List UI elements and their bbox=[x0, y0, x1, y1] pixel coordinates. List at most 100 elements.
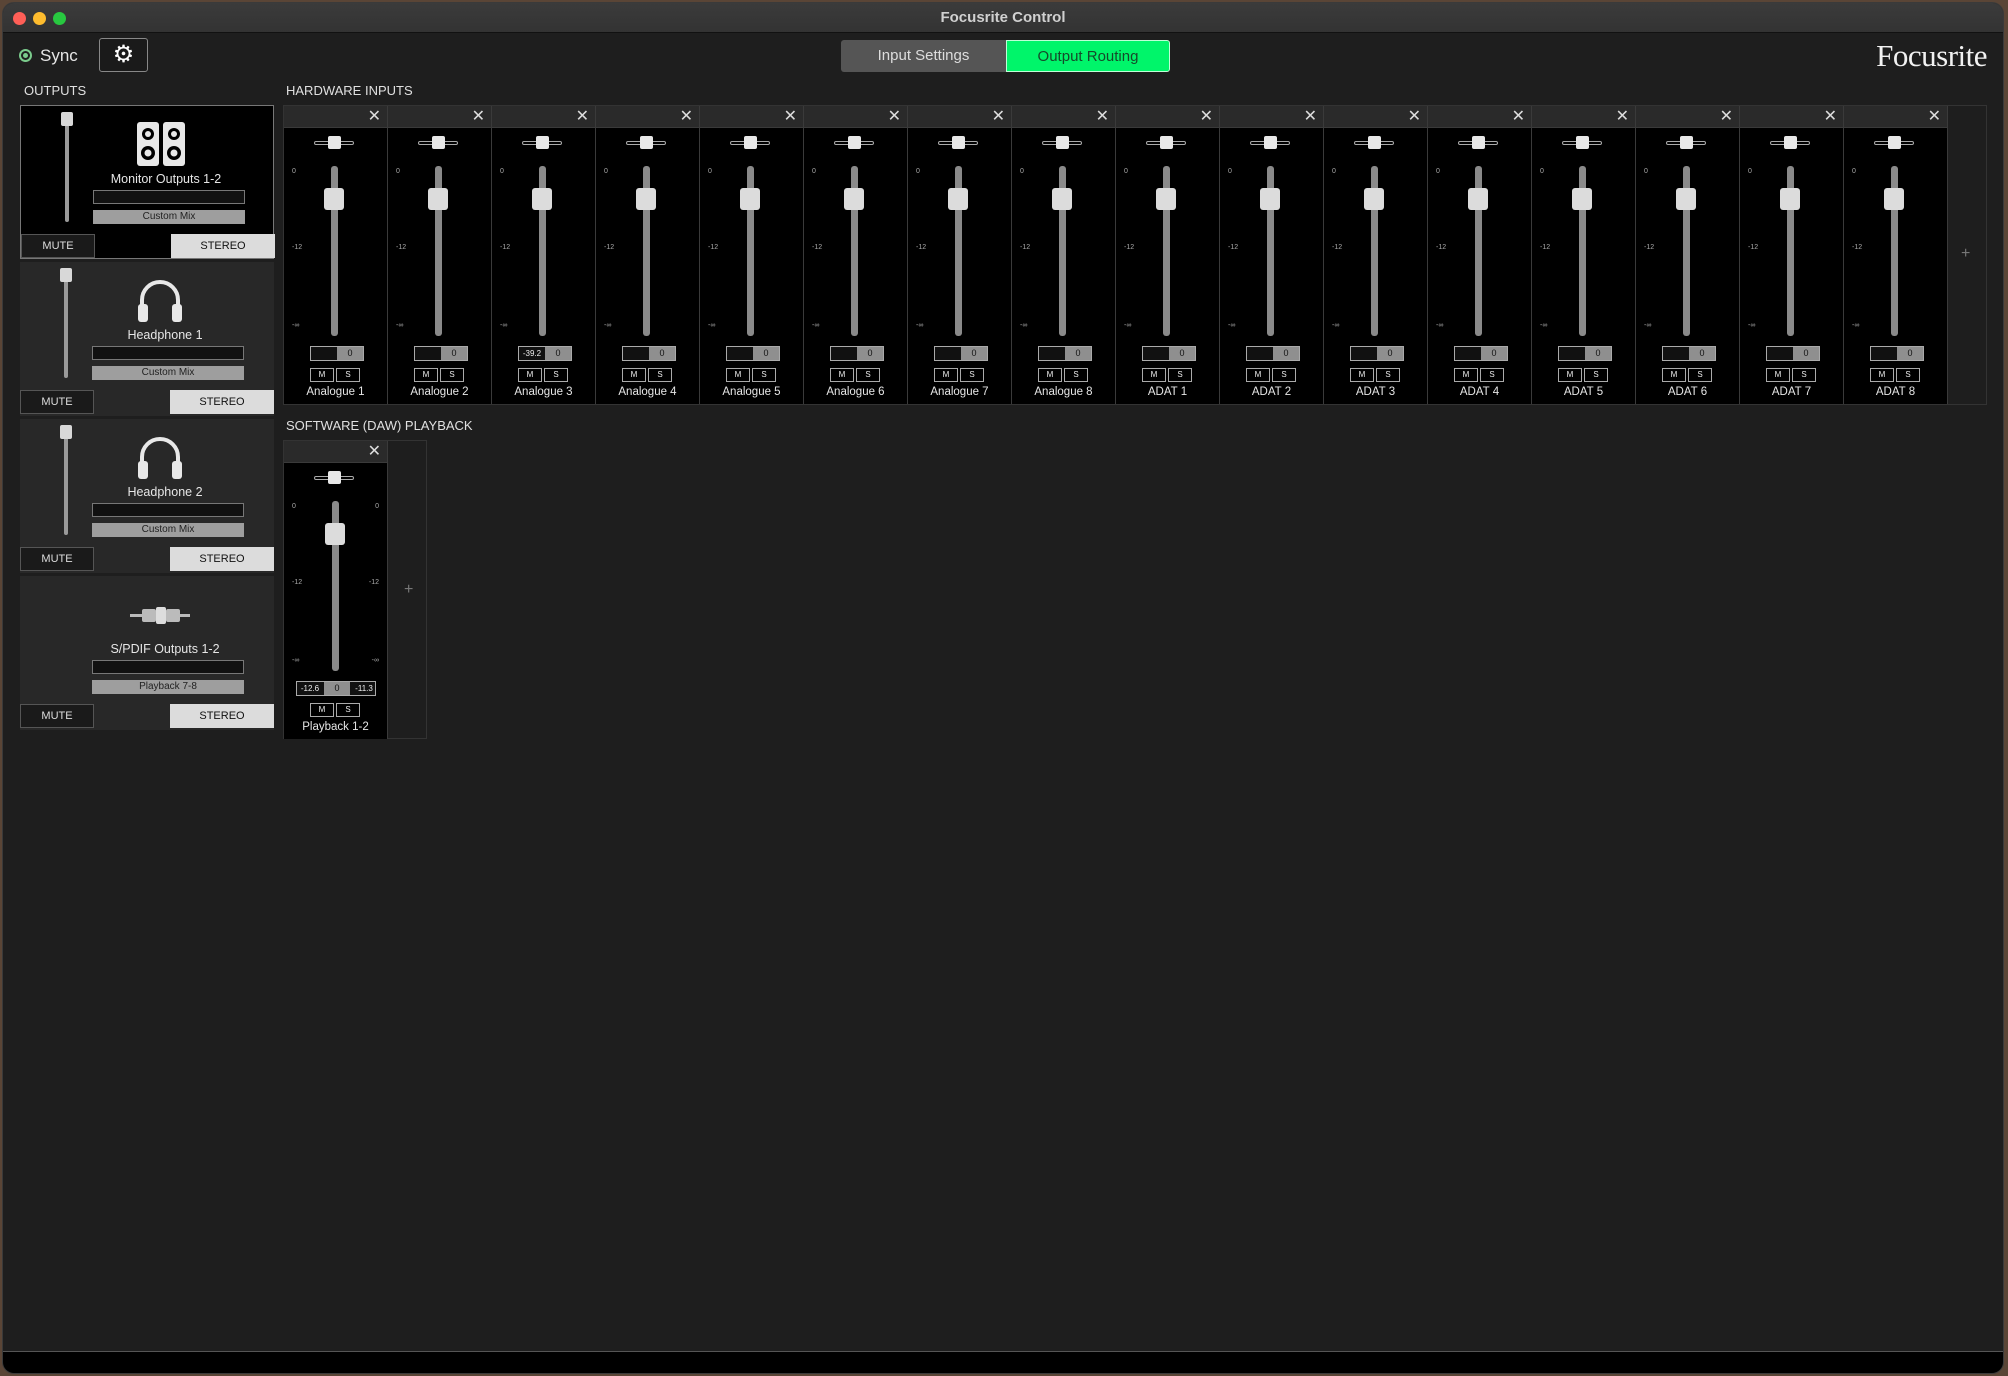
close-icon[interactable]: ✕ bbox=[1824, 106, 1837, 128]
pan-slider-knob[interactable] bbox=[1056, 136, 1069, 149]
pan-slider-knob[interactable] bbox=[848, 136, 861, 149]
fader-knob[interactable] bbox=[325, 523, 345, 545]
solo-button[interactable]: S bbox=[1688, 368, 1712, 382]
mute-button[interactable]: M bbox=[830, 368, 854, 382]
solo-button[interactable]: S bbox=[856, 368, 880, 382]
tab-output-routing[interactable]: Output Routing bbox=[1006, 40, 1170, 72]
fader-knob[interactable] bbox=[1676, 188, 1696, 210]
solo-button[interactable]: S bbox=[336, 368, 360, 382]
mute-button[interactable]: M bbox=[1142, 368, 1166, 382]
pan-slider-knob[interactable] bbox=[1680, 136, 1693, 149]
pan-slider-knob[interactable] bbox=[432, 136, 445, 149]
output-mute-button[interactable]: MUTE bbox=[21, 234, 95, 258]
gain-value[interactable]: 0 bbox=[324, 682, 350, 695]
mute-button[interactable]: M bbox=[1454, 368, 1478, 382]
tab-input-settings[interactable]: Input Settings bbox=[841, 40, 1006, 72]
gain-value[interactable]: 0 bbox=[1169, 347, 1195, 360]
solo-button[interactable]: S bbox=[1480, 368, 1504, 382]
mute-button[interactable]: M bbox=[1870, 368, 1894, 382]
output-stereo-button[interactable]: STEREO bbox=[171, 234, 275, 258]
fader-knob[interactable] bbox=[1780, 188, 1800, 210]
output-fader-track[interactable] bbox=[65, 118, 69, 222]
fader-knob[interactable] bbox=[1052, 188, 1072, 210]
pan-slider-knob[interactable] bbox=[744, 136, 757, 149]
mute-button[interactable]: M bbox=[1038, 368, 1062, 382]
minimize-window-button[interactable] bbox=[33, 12, 46, 25]
gain-value[interactable]: 0 bbox=[1793, 347, 1819, 360]
fader-knob[interactable] bbox=[324, 188, 344, 210]
output-stereo-button[interactable]: STEREO bbox=[170, 390, 274, 414]
mute-button[interactable]: M bbox=[310, 703, 334, 717]
close-icon[interactable]: ✕ bbox=[784, 106, 797, 128]
solo-button[interactable]: S bbox=[1168, 368, 1192, 382]
solo-button[interactable]: S bbox=[1792, 368, 1816, 382]
pan-slider-knob[interactable] bbox=[1576, 136, 1589, 149]
solo-button[interactable]: S bbox=[1376, 368, 1400, 382]
output-fader-knob[interactable] bbox=[60, 268, 72, 282]
gain-value[interactable]: 0 bbox=[649, 347, 675, 360]
solo-button[interactable]: S bbox=[648, 368, 672, 382]
mute-button[interactable]: M bbox=[310, 368, 334, 382]
output-stereo-button[interactable]: STEREO bbox=[170, 547, 274, 571]
output-spdif-1-2[interactable]: S/PDIF Outputs 1-2 Playback 7-8 MUTE STE… bbox=[20, 576, 274, 730]
settings-button[interactable]: ⚙ bbox=[99, 38, 148, 72]
mute-button[interactable]: M bbox=[1662, 368, 1686, 382]
mute-button[interactable]: M bbox=[1558, 368, 1582, 382]
fader-knob[interactable] bbox=[1468, 188, 1488, 210]
close-window-button[interactable] bbox=[13, 12, 26, 25]
fader-knob[interactable] bbox=[1364, 188, 1384, 210]
gain-value[interactable]: 0 bbox=[1897, 347, 1923, 360]
pan-slider-knob[interactable] bbox=[328, 136, 341, 149]
mute-button[interactable]: M bbox=[622, 368, 646, 382]
fader-knob[interactable] bbox=[844, 188, 864, 210]
maximize-window-button[interactable] bbox=[53, 12, 66, 25]
fader-knob[interactable] bbox=[532, 188, 552, 210]
solo-button[interactable]: S bbox=[1584, 368, 1608, 382]
close-icon[interactable]: ✕ bbox=[1928, 106, 1941, 128]
close-icon[interactable]: ✕ bbox=[1408, 106, 1421, 128]
gain-value[interactable]: 0 bbox=[961, 347, 987, 360]
fader-knob[interactable] bbox=[1572, 188, 1592, 210]
solo-button[interactable]: S bbox=[1896, 368, 1920, 382]
add-playback-button[interactable]: + bbox=[404, 581, 413, 599]
fader-knob[interactable] bbox=[1884, 188, 1904, 210]
output-mute-button[interactable]: MUTE bbox=[20, 390, 94, 414]
gain-value[interactable]: 0 bbox=[1585, 347, 1611, 360]
solo-button[interactable]: S bbox=[440, 368, 464, 382]
close-icon[interactable]: ✕ bbox=[1512, 106, 1525, 128]
gain-value[interactable]: 0 bbox=[441, 347, 467, 360]
output-fader-track[interactable] bbox=[64, 431, 68, 535]
output-source-selector[interactable]: Custom Mix bbox=[92, 366, 244, 380]
output-headphone-2[interactable]: Headphone 2 Custom Mix MUTE STEREO bbox=[20, 419, 274, 573]
gain-value[interactable]: 0 bbox=[545, 347, 571, 360]
gain-value[interactable]: 0 bbox=[1273, 347, 1299, 360]
output-fader-knob[interactable] bbox=[60, 425, 72, 439]
pan-slider-knob[interactable] bbox=[1472, 136, 1485, 149]
close-icon[interactable]: ✕ bbox=[888, 106, 901, 128]
close-icon[interactable]: ✕ bbox=[992, 106, 1005, 128]
output-fader-knob[interactable] bbox=[61, 112, 73, 126]
fader-knob[interactable] bbox=[636, 188, 656, 210]
gain-value[interactable]: 0 bbox=[337, 347, 363, 360]
solo-button[interactable]: S bbox=[1272, 368, 1296, 382]
pan-slider-knob[interactable] bbox=[1888, 136, 1901, 149]
close-icon[interactable]: ✕ bbox=[1200, 106, 1213, 128]
solo-button[interactable]: S bbox=[960, 368, 984, 382]
output-mute-button[interactable]: MUTE bbox=[20, 704, 94, 728]
pan-slider-knob[interactable] bbox=[952, 136, 965, 149]
solo-button[interactable]: S bbox=[544, 368, 568, 382]
pan-slider-knob[interactable] bbox=[640, 136, 653, 149]
close-icon[interactable]: ✕ bbox=[472, 106, 485, 128]
solo-button[interactable]: S bbox=[336, 703, 360, 717]
solo-button[interactable]: S bbox=[752, 368, 776, 382]
mute-button[interactable]: M bbox=[1246, 368, 1270, 382]
pan-slider-knob[interactable] bbox=[1264, 136, 1277, 149]
output-monitor-1-2[interactable]: Monitor Outputs 1-2 Custom Mix MUTE STER… bbox=[20, 105, 275, 259]
close-icon[interactable]: ✕ bbox=[1096, 106, 1109, 128]
fader-knob[interactable] bbox=[1156, 188, 1176, 210]
gain-value[interactable]: 0 bbox=[1481, 347, 1507, 360]
close-icon[interactable]: ✕ bbox=[1304, 106, 1317, 128]
mute-button[interactable]: M bbox=[518, 368, 542, 382]
fader-knob[interactable] bbox=[948, 188, 968, 210]
output-source-selector[interactable]: Playback 7-8 bbox=[92, 680, 244, 694]
